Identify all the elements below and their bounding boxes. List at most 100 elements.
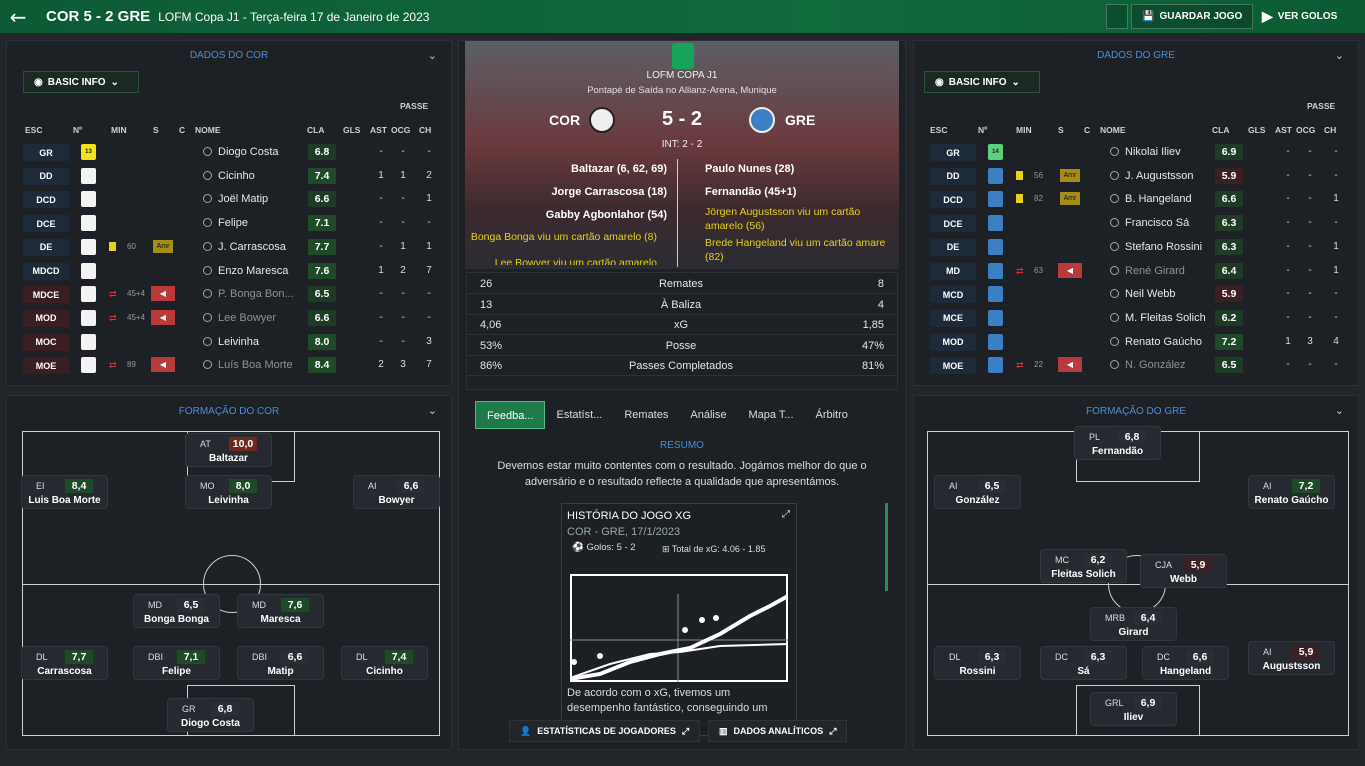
player-name[interactable]: Nikolai Iliev [1110,146,1181,158]
substituted-button[interactable]: ◀ [151,357,175,373]
formation-player[interactable]: MO 8,0 Leivinha [185,475,272,509]
player-name[interactable]: René Girard [1110,265,1185,277]
table-row[interactable]: MCD Neil Webb 5.9 - - - [920,283,1350,305]
table-row[interactable]: MOD ⇄ 45+4 ◀ Lee Bowyer 6.6 - - - [13,307,443,329]
tab-4[interactable]: Mapa T... [737,401,804,429]
back-arrow-icon[interactable]: ← [0,0,36,33]
column-header-min[interactable]: MIN [111,125,127,135]
expand-icon[interactable]: ⤢ [782,509,790,520]
chevron-down-icon[interactable]: ⌄ [428,49,437,62]
scrollbar[interactable] [885,503,888,591]
column-header-cla[interactable]: CLA [1212,125,1229,135]
table-row[interactable]: GR 14 Nikolai Iliev 6.9 - - - [920,141,1350,163]
basic-info-dropdown[interactable]: ◉ BASIC INFO ⌄ [924,71,1040,93]
player-name[interactable]: J. Carrascosa [203,241,286,253]
column-header-ch[interactable]: CH [419,125,431,135]
column-header-ast[interactable]: AST [370,125,387,135]
table-row[interactable]: MDCD Enzo Maresca 7.6 1 2 7 [13,260,443,282]
substituted-button[interactable]: ◀ [151,286,175,302]
view-goals-button[interactable]: ▶ VER GOLOS [1252,4,1347,29]
formation-player[interactable]: DBI 6,6 Matip [237,646,324,680]
analytics-button[interactable]: ▥ DADOS ANALÍTICOS ⤢ [708,720,848,742]
formation-player[interactable]: DBI 7,1 Felipe [133,646,220,680]
column-header-esc[interactable]: ESC [930,125,947,135]
tab-1[interactable]: Estatíst... [545,401,613,429]
formation-player[interactable]: DC 6,6 Hangeland [1142,646,1229,680]
player-name[interactable]: Felipe [203,217,248,229]
formation-player[interactable]: PL 6,8 Fernandão [1074,426,1161,460]
player-name[interactable]: Francisco Sá [1110,217,1189,229]
square-button[interactable] [1106,4,1128,29]
column-header-gls[interactable]: GLS [1248,125,1265,135]
formation-player[interactable]: MD 6,5 Bonga Bonga [133,594,220,628]
chevron-down-icon[interactable]: ⌄ [1335,49,1344,62]
player-name[interactable]: B. Hangeland [1110,193,1192,205]
column-header-ocg[interactable]: OCG [391,125,410,135]
table-row[interactable]: DCE Felipe 7.1 - - - [13,212,443,234]
formation-player[interactable]: EI 8,4 Luis Boa Morte [21,475,108,509]
chevron-down-icon[interactable]: ⌄ [428,404,437,417]
player-name[interactable]: Cicinho [203,170,255,182]
table-row[interactable]: MOC Leivinha 8.0 - - 3 [13,331,443,353]
formation-player[interactable]: AI 6,5 González [934,475,1021,509]
table-row[interactable]: MOE ⇄ 22 ◀ N. González 6.5 - - - [920,354,1350,376]
column-header-ch[interactable]: CH [1324,125,1336,135]
table-row[interactable]: MOD Renato Gaúcho 7.2 1 3 4 [920,331,1350,353]
player-name[interactable]: Neil Webb [1110,288,1176,300]
column-header-nome[interactable]: NOME [1100,125,1126,135]
column-header-s[interactable]: S [1058,125,1064,135]
formation-player[interactable]: GRL 6,9 Iliev [1090,692,1177,726]
table-row[interactable]: DCD 82 Amr B. Hangeland 6.6 - - 1 [920,188,1350,210]
column-header-s[interactable]: S [153,125,159,135]
player-name[interactable]: M. Fleitas Solich [1110,312,1206,324]
table-row[interactable]: GR 13 Diogo Costa 6.8 - - - [13,141,443,163]
player-name[interactable]: P. Bonga Bon... [203,288,294,300]
column-header-num[interactable]: Nº [73,125,82,135]
table-row[interactable]: MOE ⇄ 89 ◀ Luís Boa Morte 8.4 2 3 7 [13,354,443,376]
player-name[interactable]: Joël Matip [203,193,268,205]
player-name[interactable]: Lee Bowyer [203,312,276,324]
table-row[interactable]: MDCE ⇄ 45+4 ◀ P. Bonga Bon... 6.5 - - - [13,283,443,305]
formation-player[interactable]: MRB 6,4 Girard [1090,607,1177,641]
substituted-button[interactable]: ◀ [151,309,175,325]
table-row[interactable]: DD 56 Amr J. Augustsson 5.9 - - - [920,165,1350,187]
tab-2[interactable]: Remates [613,401,679,429]
chevron-down-icon[interactable]: ⌄ [1335,404,1344,417]
table-row[interactable]: DE 60 Amr J. Carrascosa 7.7 - 1 1 [13,236,443,258]
column-header-esc[interactable]: ESC [25,125,42,135]
column-header-min[interactable]: MIN [1016,125,1032,135]
table-row[interactable]: MCE M. Fleitas Solich 6.2 - - - [920,307,1350,329]
column-header-c[interactable]: C [1084,125,1090,135]
table-row[interactable]: DCE Francisco Sá 6.3 - - - [920,212,1350,234]
column-header-nome[interactable]: NOME [195,125,221,135]
column-header-ocg[interactable]: OCG [1296,125,1315,135]
player-name[interactable]: Renato Gaúcho [1110,336,1202,348]
column-header-ast[interactable]: AST [1275,125,1292,135]
table-row[interactable]: DCD Joël Matip 6.6 - - 1 [13,188,443,210]
column-header-gls[interactable]: GLS [343,125,360,135]
player-stats-button[interactable]: 👤 ESTATÍSTICAS DE JOGADORES ⤢ [509,720,701,742]
table-row[interactable]: DE Stefano Rossini 6.3 - - 1 [920,236,1350,258]
player-name[interactable]: J. Augustsson [1110,170,1194,182]
formation-player[interactable]: AT 10,0 Baltazar [185,433,272,467]
formation-player[interactable]: DC 6,3 Sá [1040,646,1127,680]
player-name[interactable]: Diogo Costa [203,146,279,158]
tab-5[interactable]: Árbitro [805,401,859,429]
tab-0[interactable]: Feedba... [475,401,546,429]
save-game-button[interactable]: 💾 GUARDAR JOGO [1131,4,1254,29]
substituted-button[interactable]: ◀ [1058,262,1082,278]
table-row[interactable]: MD ⇄ 63 ◀ René Girard 6.4 - - 1 [920,260,1350,282]
column-header-num[interactable]: Nº [978,125,987,135]
formation-player[interactable]: DL 6,3 Rossini [934,646,1021,680]
formation-player[interactable]: DL 7,4 Cicinho [341,646,428,680]
column-header-c[interactable]: C [179,125,185,135]
formation-player[interactable]: GR 6,8 Diogo Costa [167,698,254,732]
formation-player[interactable]: AI 5,9 Augustsson [1248,641,1335,675]
player-name[interactable]: Stefano Rossini [1110,241,1202,253]
tab-3[interactable]: Análise [679,401,737,429]
player-name[interactable]: Leivinha [203,336,259,348]
formation-player[interactable]: MD 7,6 Maresca [237,594,324,628]
player-name[interactable]: Enzo Maresca [203,265,288,277]
formation-player[interactable]: AI 7,2 Renato Gaúcho [1248,475,1335,509]
table-row[interactable]: DD Cicinho 7.4 1 1 2 [13,165,443,187]
